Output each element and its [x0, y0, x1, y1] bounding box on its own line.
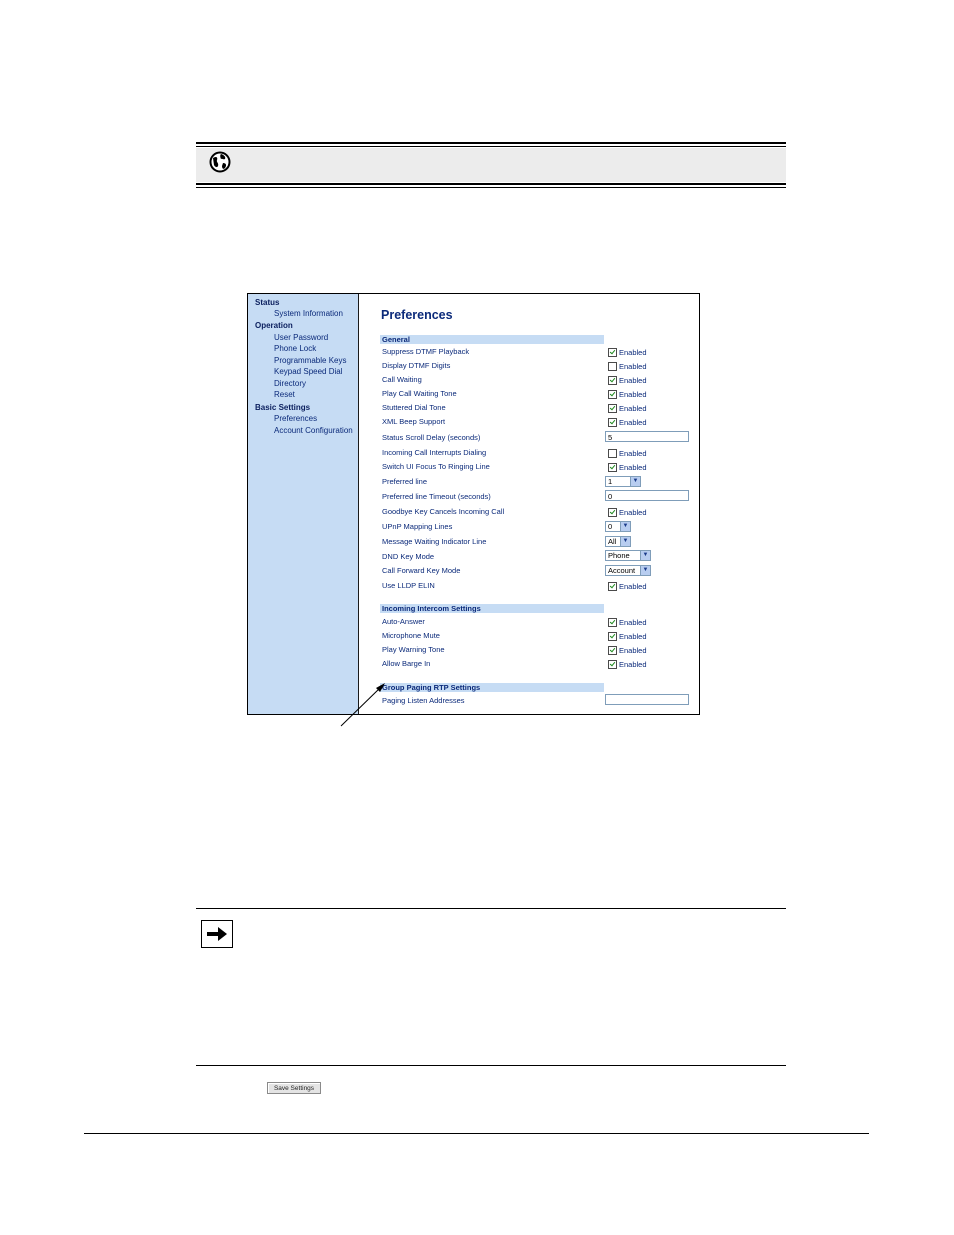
message-waiting-indicator-select[interactable]: All ▼ [605, 536, 631, 547]
status-scroll-delay-input[interactable]: 5 [605, 431, 689, 442]
display-dtmf-label: Display DTMF Digits [382, 361, 451, 370]
web-ui-header-band [196, 148, 786, 182]
suppress-dtmf-enabled-text: Enabled [619, 348, 647, 357]
goodbye-key-cancels-label: Goodbye Key Cancels Incoming Call [382, 507, 505, 516]
globe-icon [209, 151, 231, 173]
header-rule-top [196, 142, 786, 144]
allow-barge-in-label: Allow Barge In [382, 659, 431, 668]
header-rule-top-thin [196, 146, 786, 147]
save-settings-button[interactable]: Save Settings [267, 1082, 321, 1094]
message-waiting-indicator-label: Message Waiting Indicator Line [382, 537, 487, 546]
callout-arrow [340, 683, 385, 727]
play-warning-tone-checkbox[interactable] [608, 646, 617, 655]
play-call-waiting-tone-enabled-text: Enabled [619, 390, 647, 399]
xml-beep-support-label: XML Beep Support [382, 417, 446, 426]
suppress-dtmf-label: Suppress DTMF Playback [382, 347, 470, 356]
play-warning-tone-enabled-text: Enabled [619, 646, 647, 655]
use-lldp-elin-label: Use LLDP ELIN [382, 581, 435, 590]
note-rule-bottom [196, 1065, 786, 1066]
arrow-right-icon [201, 920, 233, 948]
switch-ui-focus-label: Switch UI Focus To Ringing Line [382, 462, 490, 471]
preferences-screenshot: Status System Information Operation User… [247, 293, 700, 715]
xml-beep-support-checkbox[interactable] [608, 418, 617, 427]
display-dtmf-checkbox[interactable] [608, 362, 617, 371]
sidebar: Status System Information Operation User… [248, 294, 359, 714]
switch-ui-focus-enabled-text: Enabled [619, 463, 647, 472]
goodbye-key-cancels-enabled-text: Enabled [619, 508, 647, 517]
auto-answer-enabled-text: Enabled [619, 618, 647, 627]
page-title: Preferences [381, 308, 453, 322]
upnp-mapping-lines-select[interactable]: 0 ▼ [605, 521, 631, 532]
section-heading-intercom: Incoming Intercom Settings [382, 604, 481, 613]
upnp-mapping-lines-label: UPnP Mapping Lines [382, 522, 453, 531]
play-warning-tone-label: Play Warning Tone [382, 645, 445, 654]
call-forward-key-mode-value: Account [608, 566, 636, 575]
paging-listen-addresses-input[interactable] [605, 694, 689, 705]
call-waiting-checkbox[interactable] [608, 376, 617, 385]
chevron-down-icon: ▼ [640, 551, 650, 560]
sidebar-item-directory[interactable]: Directory [274, 379, 306, 389]
preferred-line-value: 1 [608, 477, 613, 486]
sidebar-item-system-information[interactable]: System Information [274, 309, 343, 319]
header-rule-bottom [196, 183, 786, 185]
play-call-waiting-tone-checkbox[interactable] [608, 390, 617, 399]
sidebar-heading-basic-settings: Basic Settings [255, 403, 311, 412]
call-forward-key-mode-select[interactable]: Account ▼ [605, 565, 651, 576]
footer-rule [84, 1133, 869, 1134]
allow-barge-in-checkbox[interactable] [608, 660, 617, 669]
dnd-key-mode-select[interactable]: Phone ▼ [605, 550, 651, 561]
incoming-call-interrupts-enabled-text: Enabled [619, 449, 647, 458]
upnp-mapping-lines-value: 0 [608, 522, 613, 531]
goodbye-key-cancels-checkbox[interactable] [608, 508, 617, 517]
sidebar-item-user-password[interactable]: User Password [274, 333, 328, 343]
suppress-dtmf-checkbox[interactable] [608, 348, 617, 357]
sidebar-item-account-configuration[interactable]: Account Configuration [274, 426, 353, 436]
call-waiting-enabled-text: Enabled [619, 376, 647, 385]
preferred-line-timeout-label: Preferred line Timeout (seconds) [382, 492, 491, 501]
dnd-key-mode-label: DND Key Mode [382, 552, 435, 561]
sidebar-heading-operation: Operation [255, 321, 293, 330]
sidebar-heading-status: Status [255, 298, 280, 307]
stuttered-dial-tone-label: Stuttered Dial Tone [382, 403, 446, 412]
preferred-line-select[interactable]: 1 ▼ [605, 476, 641, 487]
sidebar-item-phone-lock[interactable]: Phone Lock [274, 344, 316, 354]
note-rule-top [196, 908, 786, 909]
incoming-call-interrupts-checkbox[interactable] [608, 449, 617, 458]
call-waiting-label: Call Waiting [382, 375, 422, 384]
switch-ui-focus-checkbox[interactable] [608, 463, 617, 472]
incoming-call-interrupts-label: Incoming Call Interrupts Dialing [382, 448, 487, 457]
header-rule-bottom-thin [196, 187, 786, 188]
chevron-down-icon: ▼ [640, 566, 650, 575]
section-heading-general: General [382, 335, 410, 344]
use-lldp-elin-enabled-text: Enabled [619, 582, 647, 591]
microphone-mute-enabled-text: Enabled [619, 632, 647, 641]
status-scroll-delay-label: Status Scroll Delay (seconds) [382, 433, 481, 442]
microphone-mute-label: Microphone Mute [382, 631, 440, 640]
sidebar-item-programmable-keys[interactable]: Programmable Keys [274, 356, 346, 366]
message-waiting-indicator-value: All [608, 537, 617, 546]
chevron-down-icon: ▼ [620, 522, 630, 531]
chevron-down-icon: ▼ [620, 537, 630, 546]
microphone-mute-checkbox[interactable] [608, 632, 617, 641]
auto-answer-checkbox[interactable] [608, 618, 617, 627]
preferred-line-label: Preferred line [382, 477, 428, 486]
sidebar-item-reset[interactable]: Reset [274, 390, 295, 400]
section-bar-general [380, 335, 604, 344]
allow-barge-in-enabled-text: Enabled [619, 660, 647, 669]
stuttered-dial-tone-checkbox[interactable] [608, 404, 617, 413]
display-dtmf-enabled-text: Enabled [619, 362, 647, 371]
play-call-waiting-tone-label: Play Call Waiting Tone [382, 389, 457, 398]
use-lldp-elin-checkbox[interactable] [608, 582, 617, 591]
dnd-key-mode-value: Phone [608, 551, 630, 560]
chevron-down-icon: ▼ [630, 477, 640, 486]
preferred-line-timeout-input[interactable]: 0 [605, 490, 689, 501]
call-forward-key-mode-label: Call Forward Key Mode [382, 566, 461, 575]
sidebar-item-preferences[interactable]: Preferences [274, 414, 317, 424]
stuttered-dial-tone-enabled-text: Enabled [619, 404, 647, 413]
section-heading-paging: Group Paging RTP Settings [382, 683, 481, 692]
auto-answer-label: Auto-Answer [382, 617, 425, 626]
xml-beep-support-enabled-text: Enabled [619, 418, 647, 427]
sidebar-item-keypad-speed-dial[interactable]: Keypad Speed Dial [274, 367, 343, 377]
